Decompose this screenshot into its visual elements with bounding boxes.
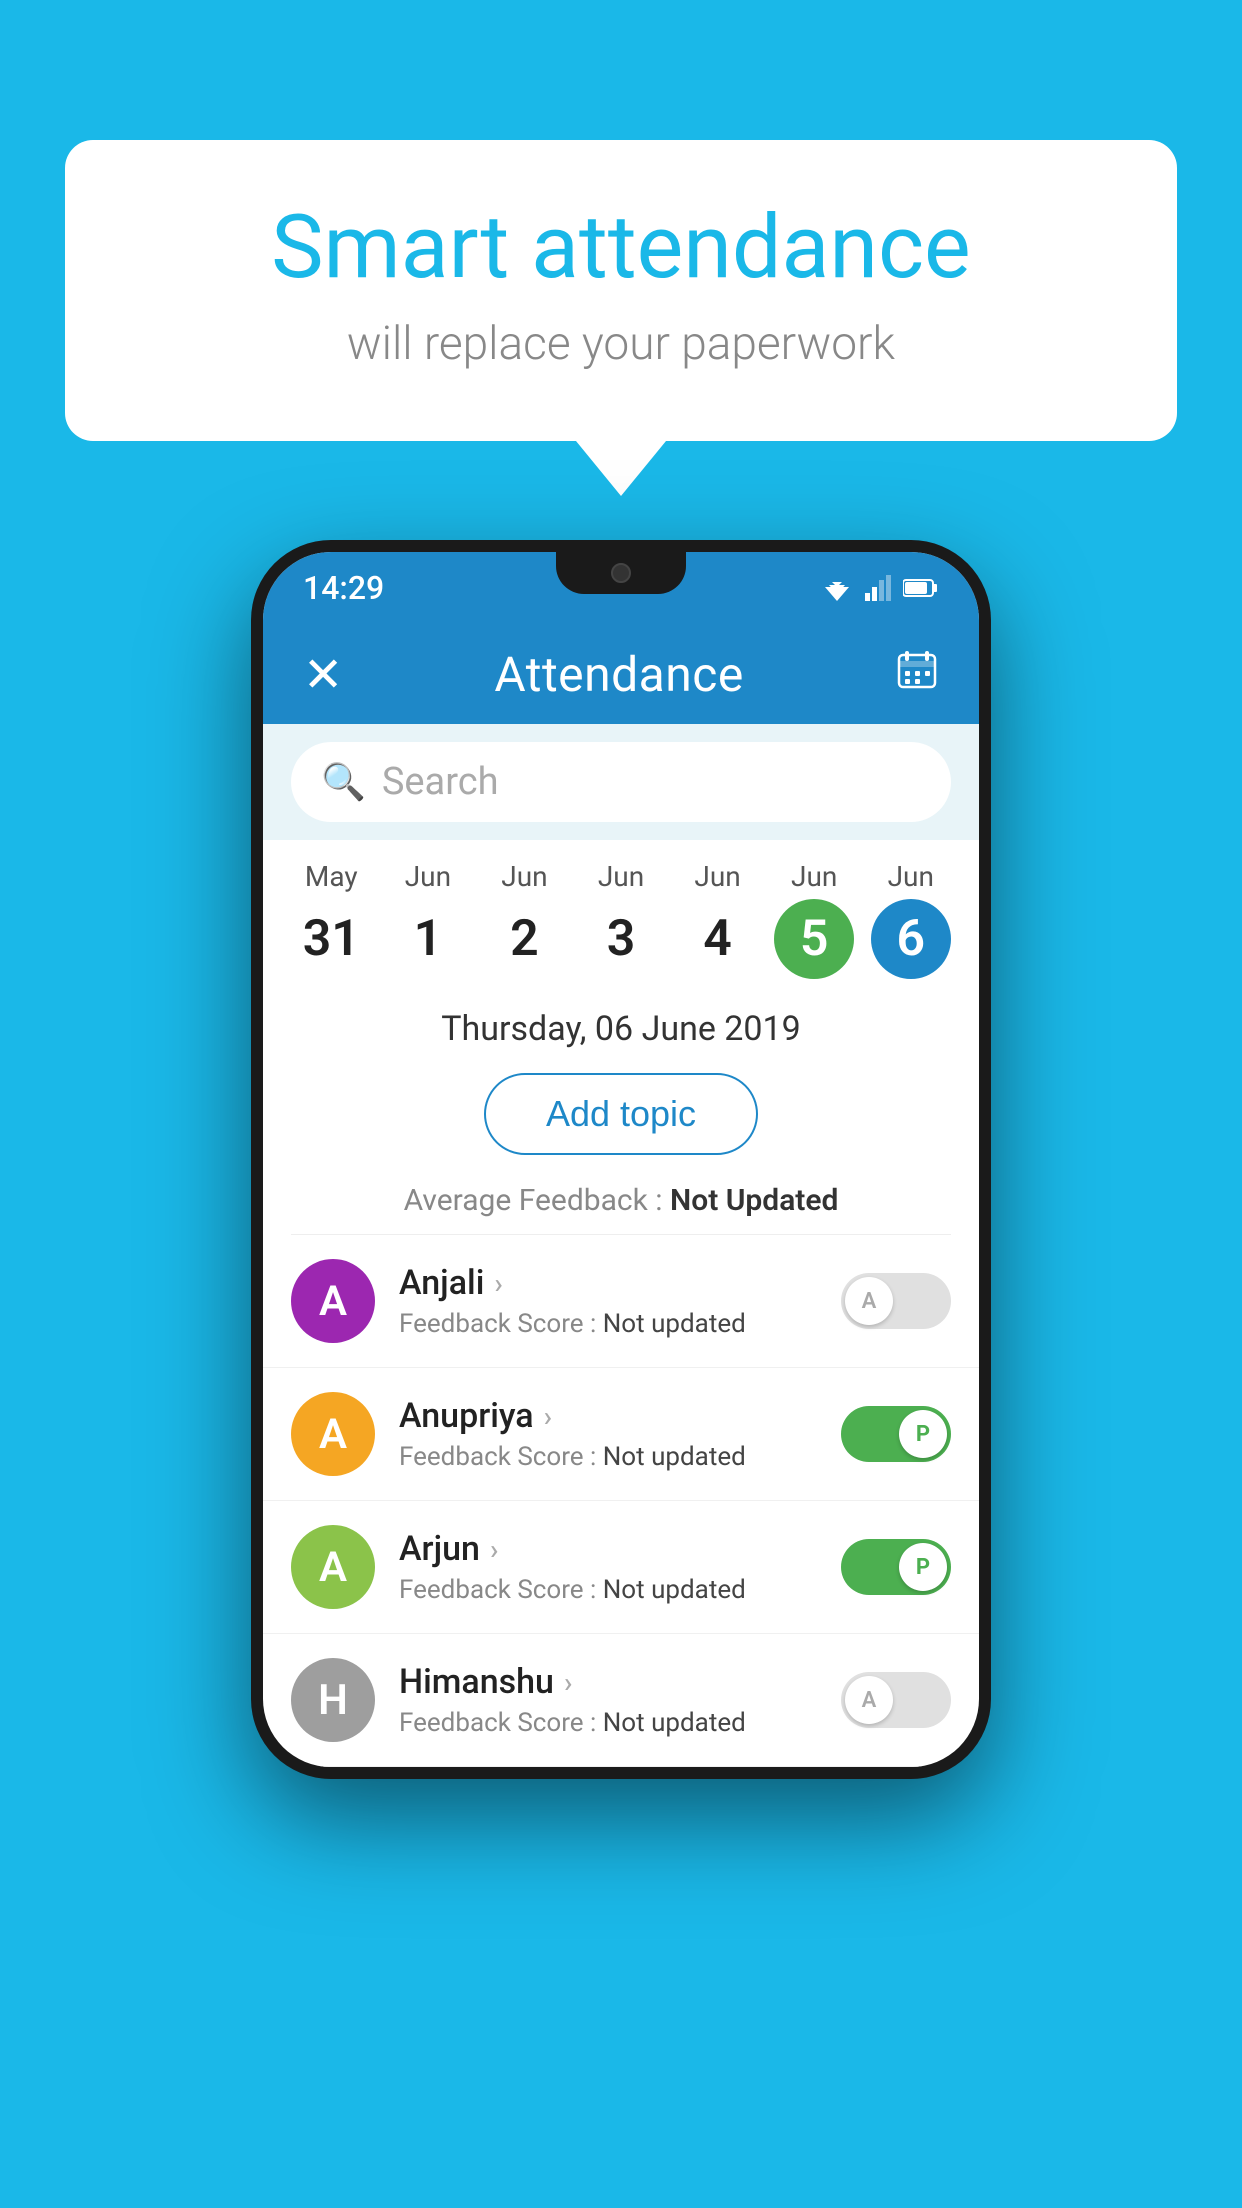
date-label: Thursday, 06 June 2019 bbox=[263, 989, 979, 1059]
attendance-toggle[interactable]: A bbox=[841, 1672, 951, 1728]
student-info: Anupriya › Feedback Score : Not updated bbox=[399, 1396, 817, 1472]
cal-month-label: Jun bbox=[598, 860, 644, 893]
status-icons bbox=[821, 575, 939, 601]
cal-month-label: Jun bbox=[888, 860, 934, 893]
feedback-score: Feedback Score : Not updated bbox=[399, 1309, 817, 1339]
search-input[interactable]: Search bbox=[382, 760, 499, 804]
add-topic-wrapper: Add topic bbox=[263, 1059, 979, 1175]
calendar-day[interactable]: Jun 2 bbox=[476, 860, 573, 979]
camera bbox=[611, 563, 631, 583]
phone-frame: 14:29 bbox=[251, 540, 991, 1779]
cal-date-number[interactable]: 3 bbox=[581, 899, 661, 979]
student-row[interactable]: A Anjali › Feedback Score : Not updated A bbox=[263, 1235, 979, 1368]
signal-icon bbox=[865, 575, 891, 601]
speech-bubble: Smart attendance will replace your paper… bbox=[65, 140, 1177, 441]
phone-screen: 14:29 bbox=[263, 552, 979, 1767]
bubble-tail bbox=[576, 441, 666, 496]
calendar-button[interactable] bbox=[895, 647, 939, 701]
calendar-day[interactable]: Jun 4 bbox=[669, 860, 766, 979]
calendar-day[interactable]: May 31 bbox=[283, 860, 380, 979]
app-title: Attendance bbox=[494, 646, 744, 703]
speech-bubble-container: Smart attendance will replace your paper… bbox=[65, 140, 1177, 496]
avatar: A bbox=[291, 1525, 375, 1609]
cal-month-label: Jun bbox=[694, 860, 740, 893]
student-name: Anupriya › bbox=[399, 1396, 817, 1436]
cal-date-number[interactable]: 2 bbox=[484, 899, 564, 979]
avatar: A bbox=[291, 1259, 375, 1343]
bubble-title: Smart attendance bbox=[145, 200, 1097, 297]
feedback-score: Feedback Score : Not updated bbox=[399, 1575, 817, 1605]
student-name: Himanshu › bbox=[399, 1662, 817, 1702]
calendar-icon bbox=[895, 647, 939, 691]
add-topic-button[interactable]: Add topic bbox=[484, 1073, 758, 1155]
student-info: Anjali › Feedback Score : Not updated bbox=[399, 1263, 817, 1339]
chevron-icon: › bbox=[494, 1267, 502, 1300]
chevron-icon: › bbox=[490, 1533, 498, 1566]
cal-month-label: Jun bbox=[501, 860, 547, 893]
attendance-toggle[interactable]: P bbox=[841, 1539, 951, 1595]
cal-date-number[interactable]: 5 bbox=[774, 899, 854, 979]
phone-wrapper: 14:29 bbox=[251, 540, 991, 1779]
cal-month-label: Jun bbox=[405, 860, 451, 893]
student-row[interactable]: A Anupriya › Feedback Score : Not updated P bbox=[263, 1368, 979, 1501]
student-info: Himanshu › Feedback Score : Not updated bbox=[399, 1662, 817, 1738]
student-info: Arjun › Feedback Score : Not updated bbox=[399, 1529, 817, 1605]
wifi-icon bbox=[821, 575, 853, 601]
status-bar: 14:29 bbox=[263, 552, 979, 624]
student-list: AAnjali ›Feedback Score : Not updatedAAA… bbox=[263, 1235, 979, 1767]
calendar-strip: May 31 Jun 1 Jun 2 Jun 3 Jun 4 Jun 5 Jun 6 bbox=[263, 840, 979, 989]
notch bbox=[556, 552, 686, 594]
chevron-icon: › bbox=[564, 1666, 572, 1699]
search-icon: 🔍 bbox=[321, 761, 366, 803]
feedback-summary: Average Feedback : Not Updated bbox=[263, 1175, 979, 1234]
student-name: Arjun › bbox=[399, 1529, 817, 1569]
close-button[interactable]: ✕ bbox=[303, 646, 343, 703]
app-top-bar: ✕ Attendance bbox=[263, 624, 979, 724]
cal-month-label: Jun bbox=[791, 860, 837, 893]
feedback-score: Feedback Score : Not updated bbox=[399, 1442, 817, 1472]
attendance-toggle[interactable]: P bbox=[841, 1406, 951, 1462]
cal-date-number[interactable]: 4 bbox=[678, 899, 758, 979]
calendar-day[interactable]: Jun 1 bbox=[380, 860, 477, 979]
attendance-toggle[interactable]: A bbox=[841, 1273, 951, 1329]
avatar: H bbox=[291, 1658, 375, 1742]
bubble-subtitle: will replace your paperwork bbox=[145, 317, 1097, 371]
cal-date-number[interactable]: 31 bbox=[291, 899, 371, 979]
battery-icon bbox=[903, 578, 939, 598]
cal-month-label: May bbox=[305, 860, 358, 893]
calendar-day[interactable]: Jun 6 bbox=[862, 860, 959, 979]
calendar-day[interactable]: Jun 3 bbox=[573, 860, 670, 979]
cal-date-number[interactable]: 6 bbox=[871, 899, 951, 979]
student-name: Anjali › bbox=[399, 1263, 817, 1303]
student-row[interactable]: A Arjun › Feedback Score : Not updated P bbox=[263, 1501, 979, 1634]
feedback-score: Feedback Score : Not updated bbox=[399, 1708, 817, 1738]
calendar-day[interactable]: Jun 5 bbox=[766, 860, 863, 979]
search-bar-wrapper: 🔍 Search bbox=[263, 724, 979, 840]
status-time: 14:29 bbox=[303, 569, 384, 607]
cal-date-number[interactable]: 1 bbox=[388, 899, 468, 979]
avatar: A bbox=[291, 1392, 375, 1476]
chevron-icon: › bbox=[544, 1400, 552, 1433]
student-row[interactable]: H Himanshu › Feedback Score : Not updated A bbox=[263, 1634, 979, 1767]
search-bar[interactable]: 🔍 Search bbox=[291, 742, 951, 822]
